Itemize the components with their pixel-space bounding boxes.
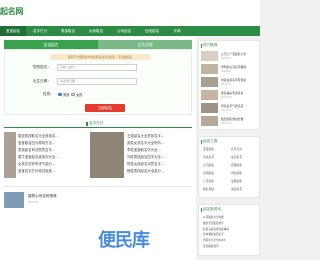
birthdate-input[interactable]: 请选择日期 (57, 78, 137, 85)
tool-link[interactable]: 店铺起名 (231, 163, 242, 167)
site-logo[interactable]: 起名网 (0, 6, 23, 17)
watermark: 便民库 (98, 230, 150, 251)
hot-item[interactable]: 姓氏起名测试分数 2023-08 (201, 115, 259, 127)
form-hint: 遇有不方便起名时欢迎联系此平台起名，专业做起名 (50, 54, 150, 60)
section-title: 名字打分 (89, 121, 104, 125)
hot-thumb (201, 64, 218, 74)
nav-item-dictionary[interactable]: 字典 (166, 26, 188, 36)
tool-link[interactable]: 公司起名 (203, 163, 214, 167)
tool-link[interactable]: 八字起名 (203, 179, 214, 183)
nav-item-girl[interactable]: 女孩取名 (82, 26, 110, 36)
list-item[interactable]: 王姓起名大全男孩名字... (127, 133, 192, 140)
section-marker (86, 121, 88, 126)
hot-date: 2023-08 (221, 122, 231, 125)
list-item[interactable]: 宝宝取名四大原则方法... (18, 140, 88, 147)
hot-thumb (201, 77, 218, 87)
hot-date: 2023-09 (221, 109, 231, 112)
hot-text: 寓意美好有诗意名 (221, 91, 244, 95)
box-marker (200, 139, 202, 144)
hot-text: 公司二个字起名大全 (221, 52, 247, 56)
box-marker (200, 207, 202, 212)
news-item[interactable]: 宝宝取名技巧 (203, 244, 259, 250)
section-header: 名字打分 (4, 120, 192, 128)
hot-item[interactable]: 男孩女孩名字有寓意 2023-10 (201, 76, 259, 88)
hot-date: 2023-10 (221, 83, 231, 86)
list-item[interactable]: 李姓宝宝取名字大全... (127, 147, 192, 154)
hot-date: 2023-11 (221, 57, 231, 60)
hot-thumb (201, 90, 218, 100)
hot-box: 热门推荐 公司二个字起名大全 2023-11 吉利的公司名字推荐 2023-10… (198, 40, 260, 130)
news-box: 起名新资讯 公司取名大全免费 属虎宝宝起名用字 给孩子起名的注意事项 有内涵的女… (198, 204, 260, 256)
bottom-article-photo[interactable] (4, 192, 24, 208)
article-photo-middle[interactable] (90, 132, 124, 178)
tool-link[interactable]: 宝宝起名 (203, 147, 214, 151)
article-list-right: 王姓起名大全男孩名字... 张姓女孩名字大全好听... 李姓宝宝取名字大全...… (127, 133, 192, 175)
sidebar: 热门推荐 公司二个字起名大全 2023-11 吉利的公司名字推荐 2023-10… (198, 36, 260, 260)
nav-item-baby[interactable]: 宝宝起名 (0, 26, 26, 36)
tool-link[interactable]: 名字打分 (231, 147, 242, 151)
article-photo-left[interactable] (4, 132, 16, 178)
tools-title: 起名工具 (203, 139, 218, 143)
hot-thumb (201, 116, 218, 126)
nav-item-score[interactable]: 名字打分 (26, 26, 54, 36)
hot-thumb (201, 103, 218, 113)
bottom-article-title[interactable]: 建筑公司名称推荐 (28, 194, 57, 199)
hot-thumb (201, 51, 218, 61)
tool-link[interactable]: 生辰起名 (231, 179, 242, 183)
hot-text: 姓氏起名测试分数 (221, 117, 244, 121)
main-nav: 宝宝起名 名字打分 男孩取名 女孩取名 公司起名 在线起名 字典 (0, 26, 260, 36)
gender-boy-radio[interactable] (58, 92, 62, 96)
list-item[interactable]: 女孩名字好听洋气高分... (18, 161, 88, 168)
bottom-article-date: 2024-01 (28, 201, 39, 204)
list-item[interactable]: 张姓女孩名字大全好听... (127, 140, 192, 147)
gender-label: 性别： (43, 92, 54, 96)
tool-link[interactable]: 男孩名字 (203, 155, 214, 159)
hot-date: 2023-09 (221, 96, 231, 99)
tool-link[interactable]: 女孩名字 (231, 155, 242, 159)
header: 起名网 (0, 0, 260, 26)
hot-item[interactable]: 男孩名字气质高贵 2023-09 (201, 102, 259, 114)
form-tabs: 宝宝起名 吉名文档 (4, 40, 192, 49)
surname-input[interactable]: 请输入姓氏 (57, 64, 137, 71)
list-item[interactable]: 刘姓男孩起名四字大全... (127, 154, 192, 161)
tool-link[interactable]: 周易起名 (231, 171, 242, 175)
tab-baby-naming[interactable]: 宝宝起名 (4, 40, 98, 49)
nav-item-boy[interactable]: 男孩取名 (54, 26, 82, 36)
box-marker (200, 43, 202, 48)
news-list: 公司取名大全免费 属虎宝宝起名用字 给孩子起名的注意事项 有内涵的女孩名字 男孩… (203, 215, 259, 250)
hot-title: 热门推荐 (203, 43, 218, 47)
tools-box: 起名工具 宝宝起名 名字打分 男孩名字 女孩名字 公司起名 店铺起名 诗词起名 … (198, 136, 260, 198)
hot-text: 男孩名字气质高贵 (221, 104, 244, 108)
hot-text: 男孩女孩名字有寓意 (221, 78, 247, 82)
list-item[interactable]: 陈姓女孩起名诗意名字... (127, 161, 192, 168)
surname-label: 您的姓氏： (33, 65, 51, 69)
hot-item[interactable]: 公司二个字起名大全 2023-11 (201, 50, 259, 62)
divider (4, 186, 192, 187)
gender-girl-label: 女孩 (76, 93, 83, 97)
hot-text: 吉利的公司名字推荐 (221, 65, 247, 69)
list-item[interactable]: 男孩起名有诗意的名字... (18, 147, 88, 154)
news-title: 起名新资讯 (203, 207, 221, 211)
gender-boy-label: 男孩 (63, 93, 70, 97)
tool-link[interactable]: 英文名字 (231, 187, 242, 191)
tool-link[interactable]: 姓名测试 (203, 187, 214, 191)
nav-item-company[interactable]: 公司起名 (110, 26, 138, 36)
list-item[interactable]: 属牛宝宝起名宜用字大全... (18, 154, 88, 161)
naming-form: 遇有不方便起名时欢迎联系此平台起名，专业做起名 您的姓氏： 请输入姓氏 出生日期… (4, 49, 192, 115)
submit-naming-button[interactable]: 立即起名 (85, 104, 125, 112)
list-item[interactable]: 宝宝名字打分测试免费... (18, 168, 88, 175)
hot-date: 2023-10 (221, 70, 231, 73)
tab-name-docs[interactable]: 吉名文档 (98, 40, 192, 49)
hot-item[interactable]: 寓意美好有诗意名 2023-09 (201, 89, 259, 101)
list-item[interactable]: 杨姓男孩起名大全高分... (127, 168, 192, 175)
tool-link[interactable]: 诗词起名 (203, 171, 214, 175)
gender-girl-radio[interactable] (71, 92, 75, 96)
nav-item-online[interactable]: 在线起名 (138, 26, 166, 36)
article-list-left: 属鼠男孩取名大全常用名... 宝宝取名四大原则方法... 男孩起名有诗意的名字.… (18, 133, 88, 175)
list-item[interactable]: 属鼠男孩取名大全常用名... (18, 133, 88, 140)
birth-label: 出生日期： (33, 79, 51, 83)
hot-item[interactable]: 吉利的公司名字推荐 2023-10 (201, 63, 259, 75)
